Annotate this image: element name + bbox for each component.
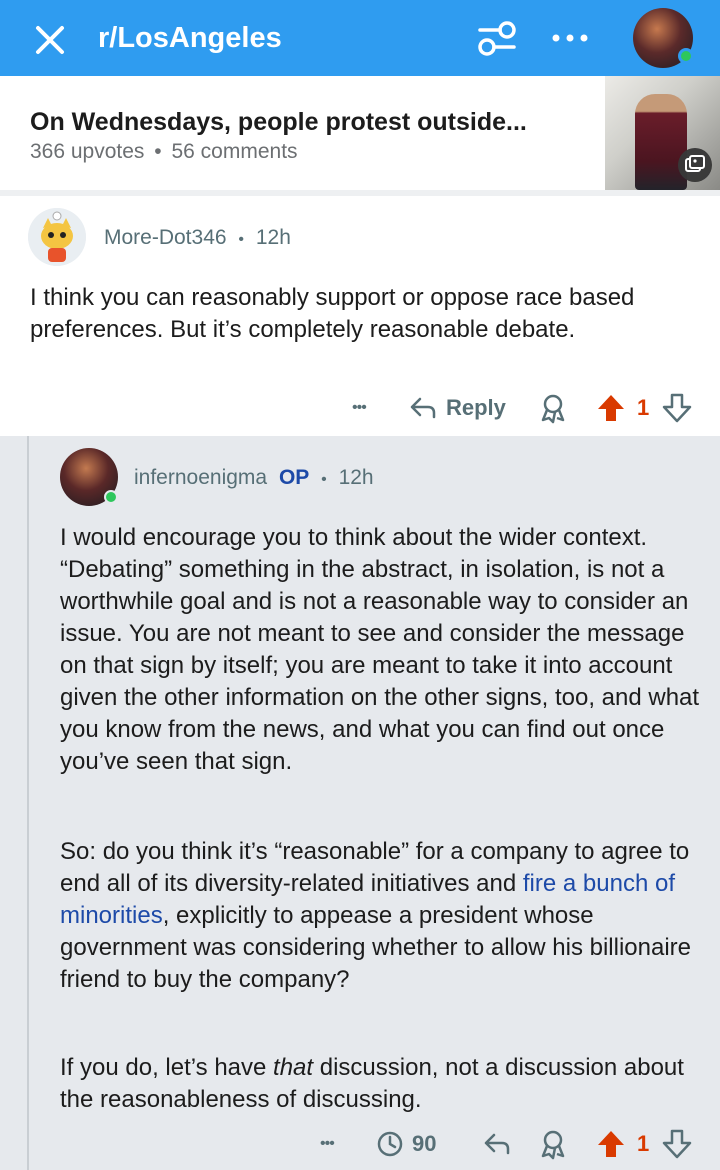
upvote-button[interactable] [596, 1124, 626, 1164]
commenter-avatar[interactable] [60, 448, 118, 506]
upvote-button[interactable] [596, 388, 626, 428]
downvote-button[interactable] [662, 388, 692, 428]
award-icon [541, 394, 565, 424]
reply-label: Reply [446, 395, 506, 420]
timer-count: 90 [412, 1131, 437, 1156]
op-badge: OP [278, 466, 310, 489]
downvote-icon [662, 1129, 692, 1159]
comment-age: 12h [338, 466, 374, 489]
post-header[interactable]: On Wednesdays, people protest outside...… [0, 76, 720, 190]
comment-actions: ••• Reply 1 [0, 388, 720, 428]
snoo-avatar-icon [28, 208, 86, 266]
author-name[interactable]: infernoenigma [134, 466, 267, 489]
gallery-icon [678, 148, 712, 182]
meta-separator: • [321, 471, 327, 488]
vote-count: 1 [637, 1131, 650, 1156]
top-bar: r/LosAngeles [0, 0, 720, 76]
online-indicator [678, 48, 694, 64]
comment-paragraph-2: So: do you think it’s “reasonable” for a… [60, 836, 700, 996]
timer-indicator: 90 [376, 1124, 436, 1164]
comment-body: I think you can reasonably support or op… [30, 284, 635, 343]
reply-button[interactable]: Reply [408, 388, 506, 428]
thumbnail-figure [635, 94, 687, 190]
comment-actions: ••• 90 1 [0, 1124, 720, 1164]
post-thumbnail[interactable] [605, 76, 720, 190]
online-indicator [104, 490, 118, 504]
reply-icon [410, 397, 436, 419]
paragraph-text: If you do, let’s have [60, 1054, 274, 1081]
filter-icon[interactable] [474, 16, 520, 60]
award-button[interactable] [538, 388, 568, 428]
emphasis-text: that [273, 1054, 314, 1081]
meta-separator: • [238, 231, 245, 248]
comment-paragraph-1: I would encourage you to think about the… [60, 524, 700, 775]
user-avatar[interactable] [633, 8, 694, 68]
reply-icon [484, 1133, 510, 1155]
timer-icon [377, 1131, 403, 1157]
close-icon[interactable] [30, 20, 70, 60]
comment-age: 12h [255, 226, 291, 249]
comment-count: 56 comments [171, 140, 298, 163]
award-icon [541, 1130, 565, 1160]
comment-author-line: More-Dot346 • 12h [104, 224, 291, 254]
meta-separator: • [154, 140, 162, 163]
more-options-icon[interactable] [550, 22, 590, 54]
comment-author-line: infernoenigma OP • 12h [134, 464, 374, 494]
commenter-avatar[interactable] [28, 208, 86, 266]
nested-reply-region: infernoenigma OP • 12h I would encourage… [0, 436, 720, 1170]
comment: infernoenigma OP • 12h I would encourage… [0, 436, 720, 1170]
comment-more-button[interactable]: ••• [320, 1124, 335, 1164]
downvote-icon [662, 393, 692, 423]
subreddit-title[interactable]: r/LosAngeles [98, 18, 282, 58]
comment-more-button[interactable]: ••• [352, 388, 367, 428]
award-button[interactable] [538, 1124, 568, 1164]
reply-button[interactable] [482, 1124, 512, 1164]
vote-count: 1 [637, 395, 650, 420]
downvote-button[interactable] [662, 1124, 692, 1164]
post-meta: 366 upvotes • 56 comments [30, 138, 298, 166]
upvote-icon [598, 395, 624, 421]
upvote-icon [598, 1131, 624, 1157]
author-name[interactable]: More-Dot346 [104, 226, 227, 249]
comment-paragraph-3: If you do, let’s have that discussion, n… [60, 1052, 700, 1116]
upvote-count: 366 upvotes [30, 140, 145, 163]
comment: More-Dot346 • 12h I think you can reason… [0, 196, 720, 436]
post-title[interactable]: On Wednesdays, people protest outside... [30, 106, 527, 138]
